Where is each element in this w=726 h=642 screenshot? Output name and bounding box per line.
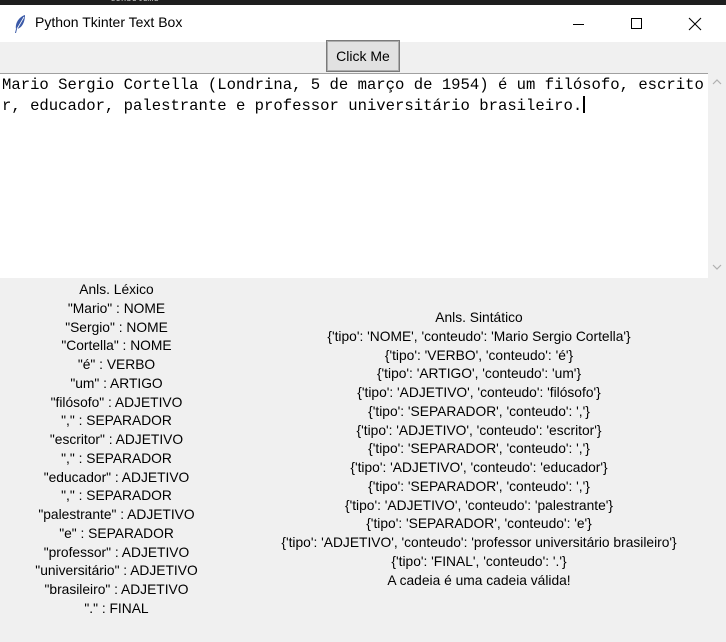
- lexical-analysis-heading: Anls. Léxico: [79, 282, 154, 297]
- maximize-icon: [631, 17, 642, 29]
- close-icon: [688, 17, 702, 30]
- lexical-token-line: "palestrante" : ADJETIVO: [38, 507, 195, 522]
- syntactic-node-line: {'tipo': 'ADJETIVO', 'conteudo': 'escrit…: [356, 422, 602, 438]
- lexical-token-line: "," : SEPARADOR: [61, 450, 172, 466]
- maximize-button[interactable]: [608, 5, 666, 42]
- text-caret: [583, 95, 586, 113]
- syntactic-node-line: {'tipo': 'ADJETIVO', 'conteudo': 'profes…: [281, 535, 677, 550]
- text-box-content: Mario Sergio Cortella (Londrina, 5 de ma…: [2, 76, 704, 115]
- lexical-token-line: "educador" : ADJETIVO: [43, 469, 190, 485]
- lexical-token-line: "escritor" : ADJETIVO: [49, 432, 184, 447]
- close-button[interactable]: [666, 5, 724, 42]
- minimize-icon: [573, 23, 584, 25]
- text-box[interactable]: Mario Sergio Cortella (Londrina, 5 de ma…: [0, 73, 708, 278]
- syntactic-node-line: {'tipo': 'SEPARADOR', 'conteudo': 'e'}: [366, 516, 592, 532]
- syntactic-node-line: {'tipo': 'ADJETIVO', 'conteudo': 'palest…: [344, 497, 614, 513]
- syntactic-node-line: {'tipo': 'FINAL', 'conteudo': '.'}: [391, 553, 567, 569]
- lexical-token-line: "é" : VERBO: [77, 357, 156, 372]
- minimize-button[interactable]: [550, 5, 608, 42]
- syntactic-result: A cadeia é uma cadeia válida!: [387, 572, 571, 588]
- chevron-down-icon[interactable]: [712, 262, 722, 272]
- click-me-button[interactable]: Click Me: [326, 40, 400, 72]
- feather-icon: [13, 14, 27, 34]
- lexical-token-line: "Sergio" : NOME: [65, 319, 168, 335]
- syntactic-node-line: {'tipo': 'ARTIGO', 'conteudo': 'um'}: [376, 366, 582, 382]
- syntactic-node-line: {'tipo': 'VERBO', 'conteudo': 'é'}: [384, 347, 574, 363]
- syntactic-analysis-label: Anls. Sintático {'tipo': 'NOME', 'conteu…: [240, 309, 718, 590]
- lexical-token-line: "filósofo" : ADJETIVO: [50, 394, 183, 410]
- vertical-scrollbar[interactable]: [708, 73, 726, 278]
- title-bar[interactable]: Python Tkinter Text Box: [0, 5, 726, 42]
- background-text-fragment: consoleme: [110, 0, 159, 4]
- lexical-token-line: "," : SEPARADOR: [61, 488, 172, 504]
- lexical-token-line: "universitário" : ADJETIVO: [35, 563, 198, 579]
- syntactic-analysis-heading: Anls. Sintático: [435, 310, 523, 325]
- lexical-token-line: "." : FINAL: [84, 600, 149, 616]
- syntactic-node-line: {'tipo': 'ADJETIVO', 'conteudo': 'educad…: [350, 460, 608, 475]
- window-title: Python Tkinter Text Box: [35, 14, 183, 30]
- lexical-token-line: "brasileiro" : ADJETIVO: [44, 582, 189, 597]
- lexical-token-line: "Mario" : NOME: [67, 300, 166, 316]
- syntactic-node-line: {'tipo': 'NOME', 'conteudo': 'Mario Serg…: [327, 328, 631, 344]
- syntactic-node-line: {'tipo': 'SEPARADOR', 'conteudo': ','}: [368, 441, 590, 457]
- lexical-token-line: "," : SEPARADOR: [61, 413, 172, 429]
- syntactic-node-line: {'tipo': 'SEPARADOR', 'conteudo': ','}: [368, 478, 590, 494]
- lexical-analysis-label: Anls. Léxico "Mario" : NOME "Sergio" : N…: [0, 281, 233, 619]
- lexical-token-line: "e" : SEPARADOR: [59, 525, 174, 541]
- lexical-token-line: "um" : ARTIGO: [70, 375, 163, 391]
- lexical-token-line: "Cortella" : NOME: [61, 338, 172, 354]
- syntactic-node-line: {'tipo': 'SEPARADOR', 'conteudo': ','}: [368, 403, 590, 419]
- lexical-token-line: "professor" : ADJETIVO: [43, 544, 190, 560]
- chevron-up-icon[interactable]: [712, 77, 722, 87]
- syntactic-node-line: {'tipo': 'ADJETIVO', 'conteudo': 'filóso…: [357, 385, 601, 400]
